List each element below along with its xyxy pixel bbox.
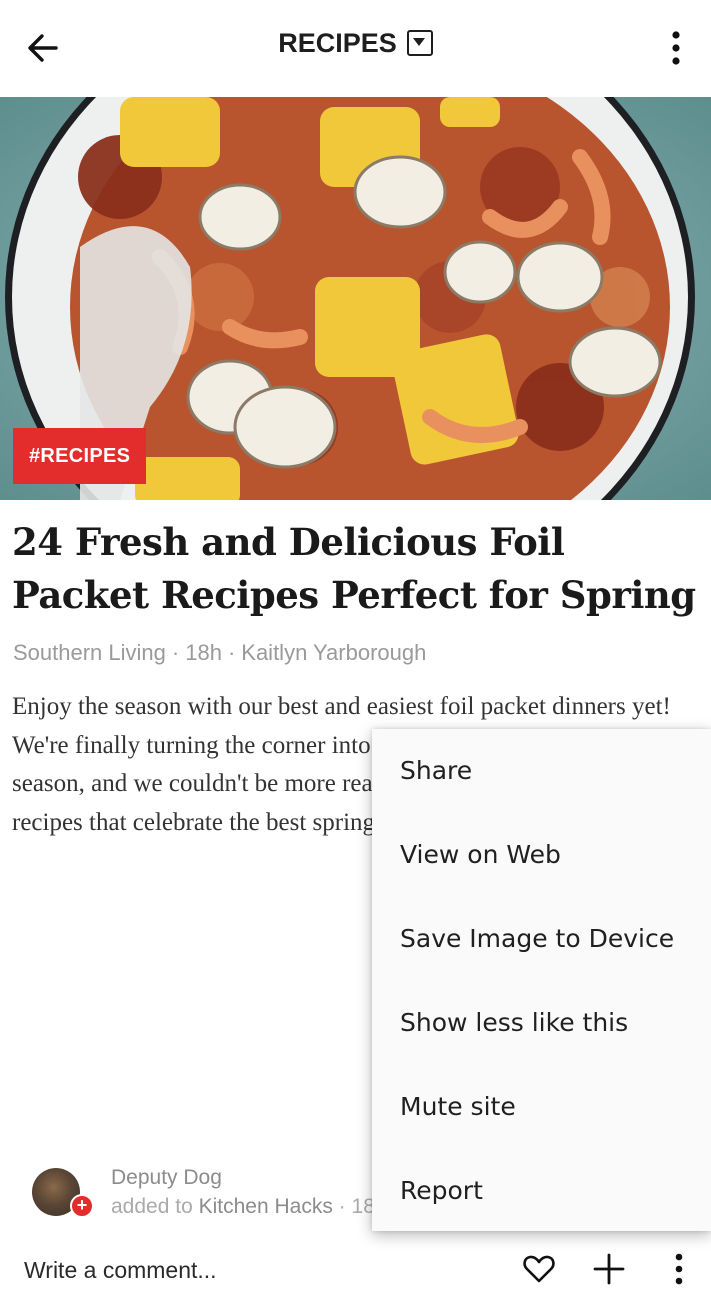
more-vertical-icon xyxy=(675,1253,683,1285)
meta-separator: · xyxy=(171,640,180,665)
article-age: 18h xyxy=(185,640,222,665)
article-source[interactable]: Southern Living xyxy=(13,640,166,665)
category-tag[interactable]: #RECIPES xyxy=(13,428,147,484)
comment-input[interactable] xyxy=(24,1252,424,1288)
curator-action: added to xyxy=(111,1195,193,1218)
menu-item-view-on-web[interactable]: View on Web xyxy=(372,813,711,897)
section-title-label: RECIPES xyxy=(278,28,397,58)
menu-item-share[interactable]: Share xyxy=(372,729,711,813)
article-headline[interactable]: 24 Fresh and Delicious Foil Packet Recip… xyxy=(12,516,702,622)
menu-item-show-less[interactable]: Show less like this xyxy=(372,981,711,1065)
context-menu: Share View on Web Save Image to Device S… xyxy=(372,729,711,1231)
plus-icon xyxy=(593,1253,625,1285)
section-title[interactable]: RECIPES xyxy=(0,28,711,59)
menu-item-mute-site[interactable]: Mute site xyxy=(372,1065,711,1149)
meta-separator: · xyxy=(227,640,236,665)
curator-activity: added to Kitchen Hacks · 18h xyxy=(111,1195,387,1219)
heart-icon xyxy=(523,1255,555,1283)
more-vertical-icon xyxy=(672,31,680,65)
more-options-button[interactable] xyxy=(661,28,691,68)
item-more-options-button[interactable] xyxy=(668,1251,690,1287)
article-author: Kaitlyn Yarborough xyxy=(241,640,427,665)
menu-item-report[interactable]: Report xyxy=(372,1149,711,1233)
menu-item-save-image[interactable]: Save Image to Device xyxy=(372,897,711,981)
caret-down-box-icon xyxy=(406,29,433,56)
article-meta: Southern Living · 18h · Kaitlyn Yarborough xyxy=(13,640,426,666)
magazine-link[interactable]: Kitchen Hacks xyxy=(199,1195,333,1218)
follow-plus-icon[interactable]: + xyxy=(70,1194,94,1218)
add-to-magazine-button[interactable] xyxy=(592,1252,626,1286)
meta-separator: · xyxy=(338,1195,346,1218)
curator-name[interactable]: Deputy Dog xyxy=(111,1166,222,1190)
like-button[interactable] xyxy=(522,1252,556,1286)
top-app-bar: RECIPES xyxy=(0,0,711,97)
